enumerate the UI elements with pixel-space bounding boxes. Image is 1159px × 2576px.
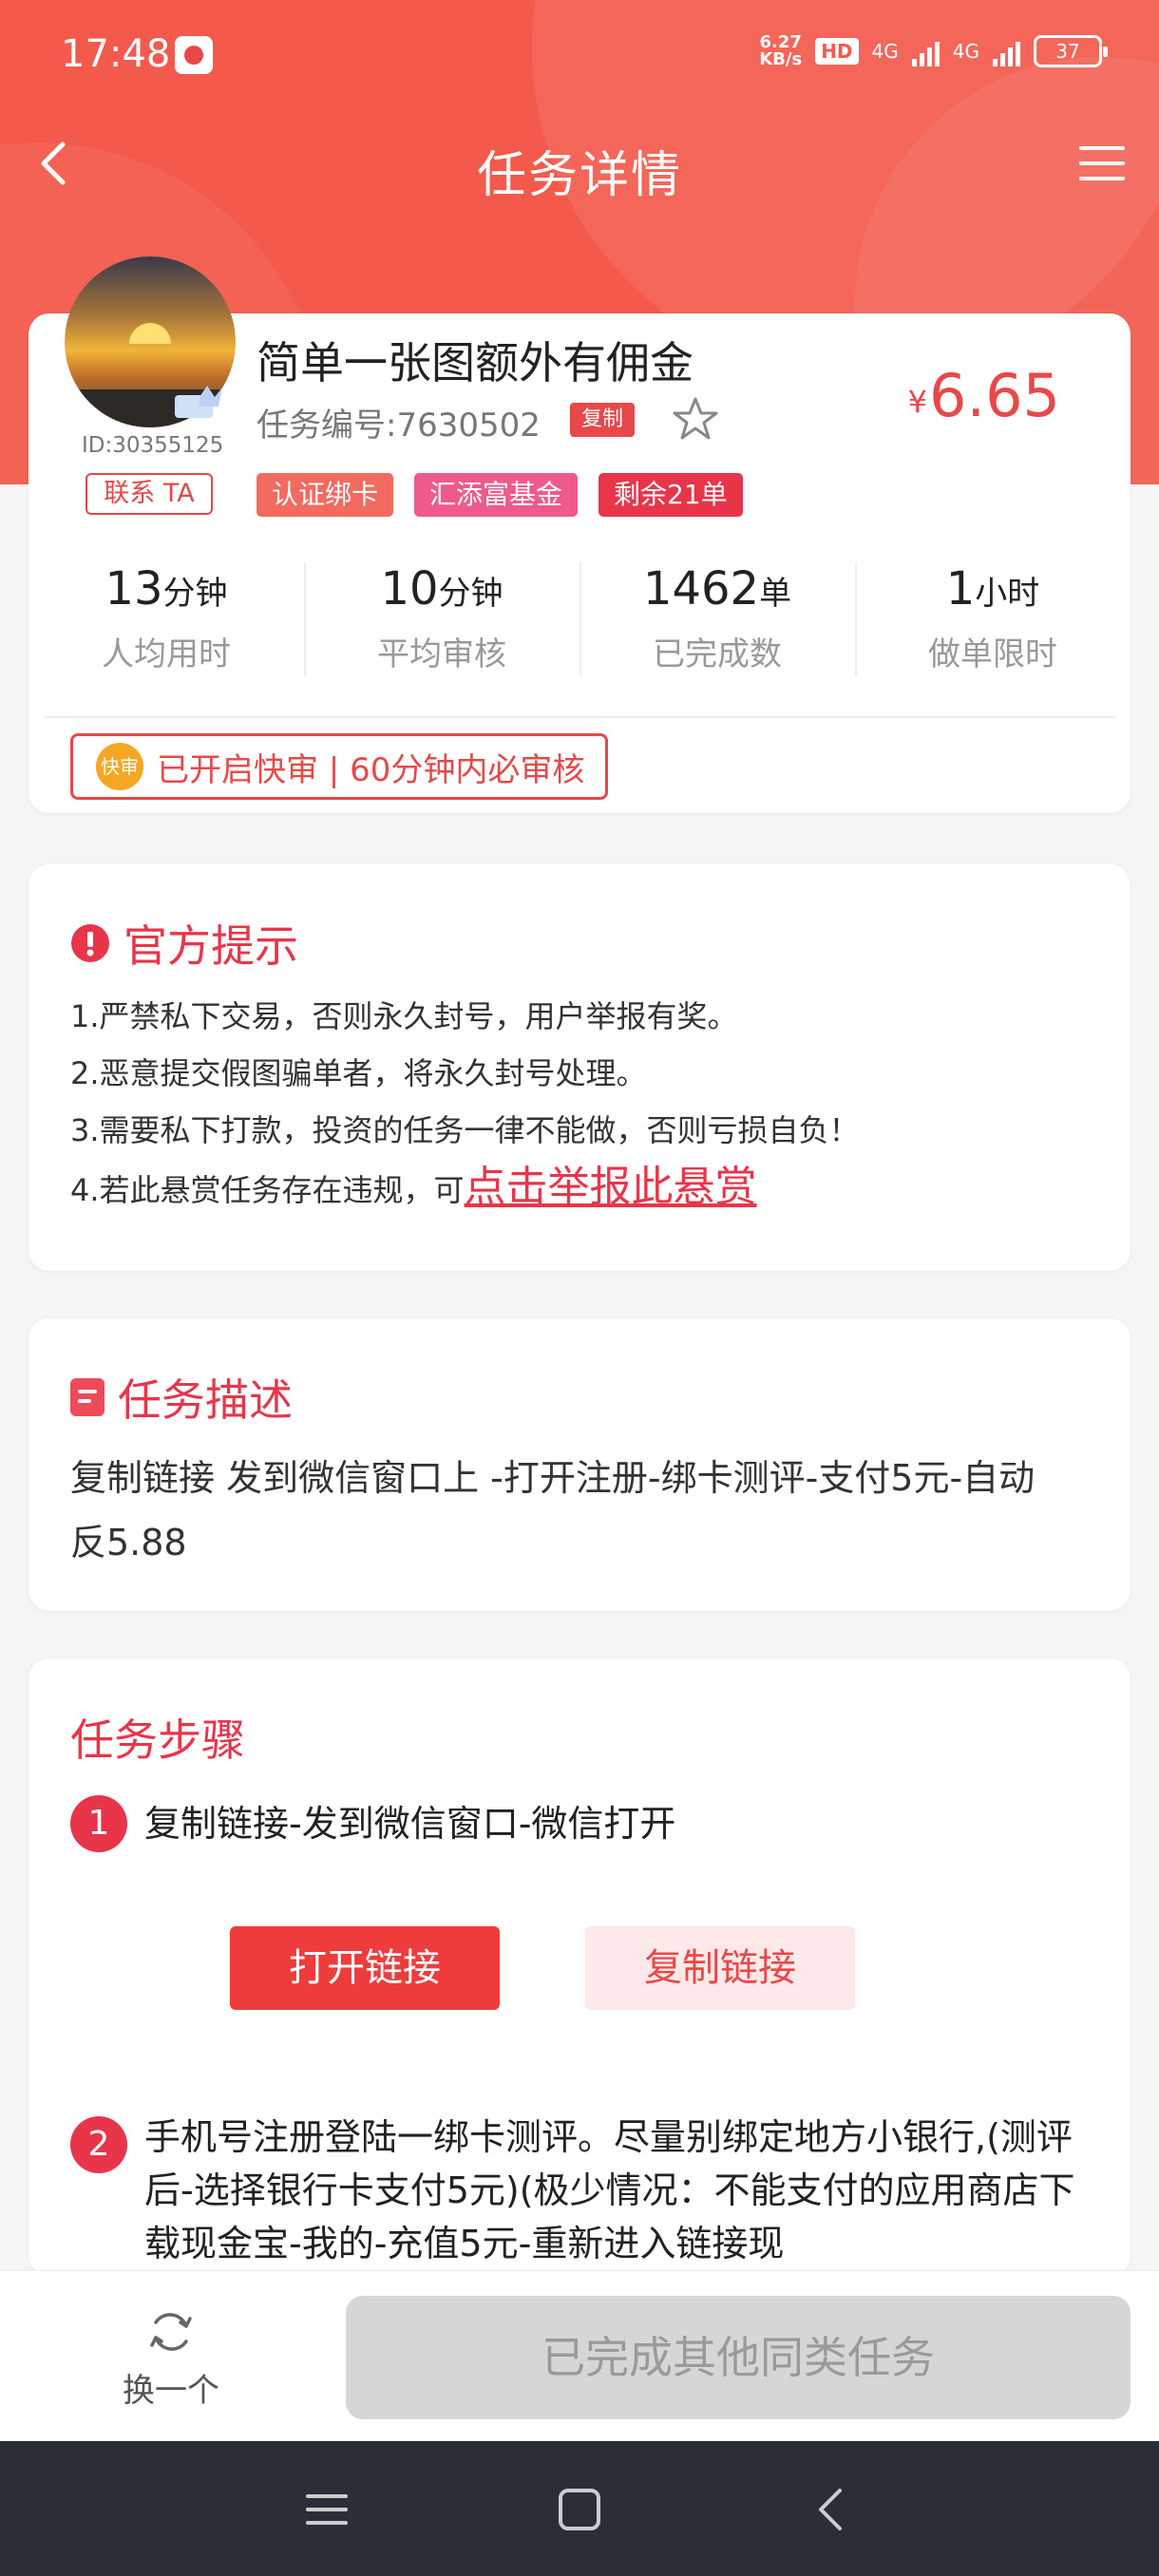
warning-icon xyxy=(71,924,109,962)
description-header: 任务描述 xyxy=(70,1366,293,1429)
task-title: 简单一张图额外有佣金 xyxy=(256,337,694,388)
home-icon[interactable] xyxy=(553,2483,606,2536)
user-id: ID:30355125 xyxy=(82,433,224,458)
description-text: 复制链接 发到微信窗口上 -打开注册-绑卡测评-支付5元-自动反5.88 xyxy=(70,1457,1036,1563)
step-number: 1 xyxy=(70,1795,127,1852)
step-number: 2 xyxy=(70,2116,127,2173)
crown-badge-icon xyxy=(175,386,222,418)
signal-icon xyxy=(911,36,940,66)
tag-remaining: 剩余21单 xyxy=(598,473,743,517)
system-back-icon[interactable] xyxy=(806,2483,859,2536)
report-link[interactable]: 点击举报此悬赏 xyxy=(465,1163,757,1211)
open-link-button[interactable]: 打开链接 xyxy=(230,1926,500,2010)
network-speed: 6.27 KB/s xyxy=(759,32,803,69)
task-number: 任务编号:7630502 xyxy=(256,407,541,445)
task-tags: 认证绑卡 汇添富基金 剩余21单 xyxy=(256,473,743,517)
task-stats: 13分钟 人均用时 10分钟 平均审核 1462单 已完成数 1小时 做单限时 xyxy=(28,559,1130,680)
star-icon[interactable] xyxy=(671,395,720,445)
status-bar: 17:48 6.27 KB/s HD 4G 4G 37 xyxy=(0,0,1159,106)
tag-fund: 汇添富基金 xyxy=(414,473,579,517)
official-tips-card: 官方提示 1.严禁私下交易，否则永久封号，用户举报有奖。 2.恶意提交假图骗单者… xyxy=(28,864,1130,1271)
stat-avg-time: 13分钟 人均用时 xyxy=(102,562,231,673)
swap-task-button[interactable]: 换一个 xyxy=(104,2305,238,2411)
tag-bind-card: 认证绑卡 xyxy=(256,473,394,517)
contact-button[interactable]: 联系 TA xyxy=(86,473,213,515)
bottom-action-bar: 换一个 已完成其他同类任务 xyxy=(0,2270,1159,2441)
steps-header: 任务步骤 xyxy=(70,1714,245,1766)
page-title: 任务详情 xyxy=(476,147,682,204)
fast-review-icon: 快审 xyxy=(96,743,143,790)
task-price: ¥6.65 xyxy=(907,361,1060,430)
network-type-1: 4G xyxy=(871,40,899,63)
copy-link-button[interactable]: 复制链接 xyxy=(585,1926,855,2010)
task-description-card: 任务描述 复制链接 发到微信窗口上 -打开注册-绑卡测评-支付5元-自动反5.8… xyxy=(28,1318,1130,1611)
menu-icon[interactable] xyxy=(1074,135,1130,192)
tip-item: 4.若此悬赏任务存在违规，可点击举报此悬赏 xyxy=(70,1163,757,1211)
completed-similar-task-button[interactable]: 已完成其他同类任务 xyxy=(346,2296,1130,2419)
app-notification-icon xyxy=(175,36,213,74)
hd-icon: HD xyxy=(815,38,859,65)
stat-avg-review: 10分钟 平均审核 xyxy=(304,559,580,680)
document-icon xyxy=(70,1378,104,1416)
tips-header: 官方提示 xyxy=(70,912,298,975)
tip-item: 1.严禁私下交易，否则永久封号，用户举报有奖。 xyxy=(70,998,738,1034)
signal-icon-2 xyxy=(993,36,1020,66)
network-type-2: 4G xyxy=(952,40,979,63)
tip-item: 2.恶意提交假图骗单者，将永久封号处理。 xyxy=(70,1055,647,1091)
task-steps-card: 任务步骤 1 复制链接-发到微信窗口-微信打开 打开链接 复制链接 2 手机号注… xyxy=(28,1658,1130,2276)
fast-review-badge: 快审 已开启快审 | 60分钟内必审核 xyxy=(70,733,609,800)
status-icons: 6.27 KB/s HD 4G 4G 37 xyxy=(759,32,1108,69)
nav-bar: 任务详情 xyxy=(0,106,1159,220)
recent-apps-icon[interactable] xyxy=(300,2483,353,2536)
system-navigation-bar xyxy=(0,2441,1159,2576)
step-text: 手机号注册登陆一绑卡测评。尽量别绑定地方小银行,(测评后-选择银行卡支付5元)(… xyxy=(144,2116,1075,2264)
battery-icon: 37 xyxy=(1034,35,1108,67)
stat-time-limit: 1小时 做单限时 xyxy=(855,559,1130,680)
status-time: 17:48 xyxy=(61,32,171,76)
copy-task-number-button[interactable]: 复制 xyxy=(570,403,636,437)
step-text: 复制链接-发到微信窗口-微信打开 xyxy=(144,1803,676,1845)
tip-item: 3.需要私下打款，投资的任务一律不能做，否则亏损自负！ xyxy=(70,1112,860,1148)
task-info-card: ID:30355125 联系 TA 简单一张图额外有佣金 任务编号:763050… xyxy=(28,256,1130,813)
tips-list: 1.严禁私下交易，否则永久封号，用户举报有奖。 2.恶意提交假图骗单者，将永久封… xyxy=(70,988,1092,1219)
refresh-icon xyxy=(150,2313,192,2351)
divider xyxy=(44,716,1115,718)
stat-completed: 1462单 已完成数 xyxy=(580,559,855,680)
